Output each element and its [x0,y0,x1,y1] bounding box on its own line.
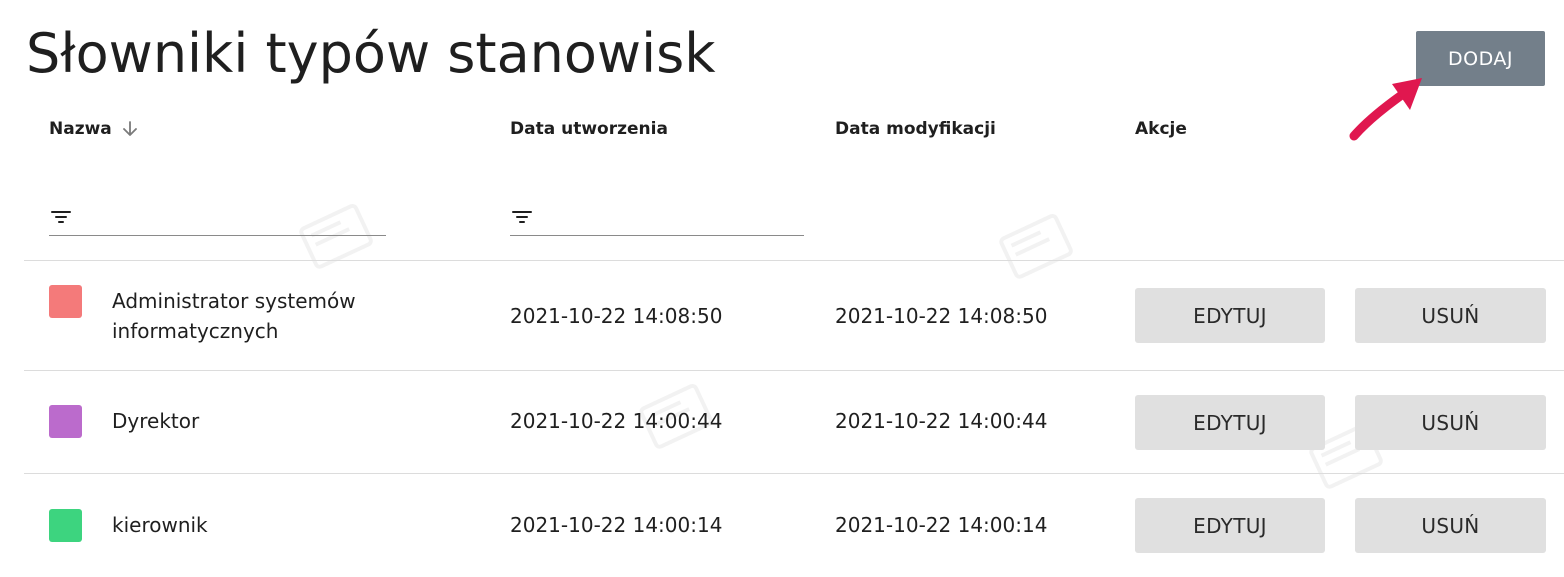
row-created: 2021-10-22 14:00:44 [510,409,723,433]
edit-button[interactable]: EDYTUJ [1135,288,1325,343]
color-swatch [49,405,82,438]
edit-button[interactable]: EDYTUJ [1135,395,1325,450]
column-header-created: Data utworzenia [510,119,668,139]
name-filter-input[interactable] [73,200,386,233]
row-created: 2021-10-22 14:00:14 [510,513,723,537]
name-filter-field[interactable] [49,198,386,236]
delete-button[interactable]: USUŃ [1355,498,1546,553]
column-header-actions-label: Akcje [1135,119,1187,139]
row-modified: 2021-10-22 14:00:14 [835,513,1048,537]
arrow-pointer-icon [1349,78,1422,141]
column-header-actions: Akcje [1135,119,1187,139]
table-row: Dyrektor 2021-10-22 14:00:44 2021-10-22 … [0,371,1564,473]
sort-arrow-down-icon[interactable] [120,119,140,139]
column-header-name-label: Nazwa [49,119,112,139]
column-header-modified: Data modyfikacji [835,119,996,139]
delete-button[interactable]: USUŃ [1355,288,1546,343]
color-swatch [49,285,82,318]
table-row: kierownik 2021-10-22 14:00:14 2021-10-22… [0,474,1564,577]
created-filter-input[interactable] [534,200,804,233]
row-name: Dyrektor [112,409,200,433]
filter-icon[interactable] [49,205,73,229]
edit-button[interactable]: EDYTUJ [1135,498,1325,553]
row-created: 2021-10-22 14:08:50 [510,304,723,328]
created-filter-field[interactable] [510,198,804,236]
page-title: Słowniki typów stanowisk [26,22,716,85]
color-swatch [49,509,82,542]
table-row: Administrator systemów informatycznych 2… [0,261,1564,370]
column-header-modified-label: Data modyfikacji [835,119,996,139]
column-header-name[interactable]: Nazwa [49,119,140,139]
row-name: Administrator systemów informatycznych [112,289,356,343]
row-modified: 2021-10-22 14:08:50 [835,304,1048,328]
delete-button[interactable]: USUŃ [1355,395,1546,450]
filter-icon[interactable] [510,205,534,229]
row-modified: 2021-10-22 14:00:44 [835,409,1048,433]
row-name: kierownik [112,513,208,537]
column-header-created-label: Data utworzenia [510,119,668,139]
